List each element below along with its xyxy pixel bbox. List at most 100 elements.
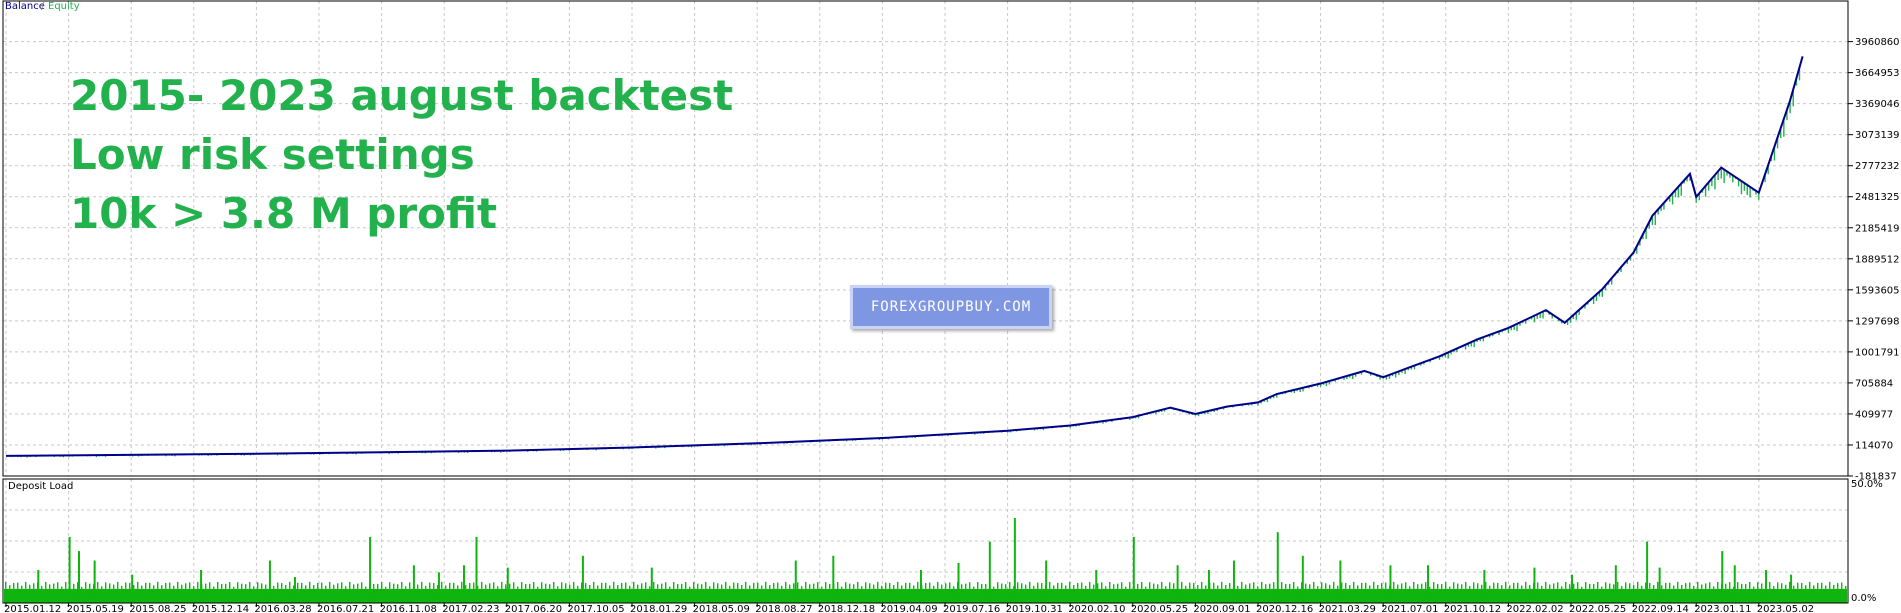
- deposit-load-tick: [233, 586, 235, 589]
- deposit-load-tick: [1581, 586, 1583, 589]
- y-tick-label: 1593605: [1855, 285, 1900, 296]
- deposit-load-tick: [1029, 581, 1031, 589]
- deposit-load-tick: [1505, 581, 1507, 589]
- deposit-load-tick: [585, 583, 587, 589]
- deposit-load-tick: [1297, 586, 1299, 589]
- deposit-load-tick: [117, 581, 119, 589]
- deposit-load-spike: [1232, 560, 1235, 603]
- deposit-load-tick: [913, 585, 915, 589]
- deposit-load-tick: [1633, 584, 1635, 589]
- deposit-load-tick: [545, 583, 547, 589]
- deposit-load-tick: [945, 583, 947, 589]
- deposit-load-tick: [209, 582, 211, 589]
- deposit-load-tick: [485, 584, 487, 589]
- x-tick-label: 2021.10.12: [1444, 604, 1501, 613]
- deposit-load-tick: [977, 582, 979, 589]
- deposit-load-tick: [1805, 585, 1807, 589]
- deposit-load-tick: [845, 582, 847, 589]
- deposit-load-tick: [941, 584, 943, 589]
- deposit-load-tick: [857, 581, 859, 589]
- deposit-load-tick: [1549, 584, 1551, 589]
- deposit-load-tick: [113, 584, 115, 589]
- deposit-load-tick: [1465, 581, 1467, 589]
- deposit-load-spike: [1646, 541, 1649, 603]
- deposit-load-baseline: [4, 588, 1847, 603]
- deposit-load-tick: [1265, 584, 1267, 589]
- deposit-load-tick: [49, 584, 51, 589]
- deposit-load-tick: [1109, 581, 1111, 589]
- deposit-load-tick: [173, 585, 175, 589]
- deposit-load-tick: [625, 582, 627, 589]
- deposit-load-tick: [405, 586, 407, 589]
- deposit-load-tick: [1149, 582, 1151, 589]
- deposit-load-spike: [957, 562, 960, 603]
- deposit-load-tick: [689, 586, 691, 589]
- y-tick-label: 3369046: [1855, 99, 1900, 110]
- deposit-load-tick: [725, 581, 727, 589]
- deposit-load-tick: [1309, 584, 1311, 589]
- deposit-load-tick: [953, 586, 955, 589]
- deposit-load-tick: [997, 582, 999, 589]
- deposit-load-tick: [813, 583, 815, 589]
- deposit-load-tick: [1105, 586, 1107, 589]
- x-tick-label: 2022.09.14: [1632, 604, 1689, 613]
- deposit-load-tick: [1641, 585, 1643, 589]
- deposit-load-tick: [1701, 584, 1703, 589]
- deposit-load-tick: [1017, 582, 1019, 589]
- x-tick-label: 2016.07.21: [317, 604, 374, 613]
- deposit-load-spike: [369, 536, 372, 603]
- y-tick-label: 409977: [1855, 409, 1893, 420]
- deposit-load-tick: [1077, 583, 1079, 589]
- deposit-load-tick: [253, 586, 255, 589]
- deposit-load-tick: [1513, 582, 1515, 589]
- x-tick-label: 2015.05.19: [67, 604, 124, 613]
- deposit-load-tick: [1729, 582, 1731, 589]
- x-tick-label: 2022.02.02: [1506, 604, 1563, 613]
- deposit-load-spike: [1427, 565, 1430, 603]
- deposit-load-tick: [1409, 586, 1411, 589]
- deposit-load-spike: [581, 555, 584, 603]
- deposit-load-tick: [1517, 582, 1519, 589]
- deposit-load-tick: [1293, 582, 1295, 589]
- deposit-load-tick: [629, 585, 631, 589]
- deposit-load-tick: [1605, 582, 1607, 589]
- deposit-load-tick: [1173, 583, 1175, 589]
- deposit-load-tick: [101, 586, 103, 589]
- load-y-max-label: 50.0%: [1851, 479, 1883, 490]
- deposit-load-tick: [1725, 583, 1727, 589]
- deposit-load-tick: [157, 581, 159, 589]
- deposit-load-spike: [93, 560, 96, 603]
- deposit-load-tick: [1665, 582, 1667, 589]
- deposit-load-tick: [1717, 581, 1719, 589]
- deposit-load-tick: [969, 582, 971, 589]
- deposit-load-tick: [429, 582, 431, 589]
- x-tick-label: 2020.09.01: [1193, 604, 1250, 613]
- deposit-load-tick: [973, 586, 975, 589]
- deposit-load-tick: [1565, 581, 1567, 589]
- deposit-load-tick: [221, 583, 223, 589]
- annotation-line-2: Low risk settings: [70, 130, 475, 179]
- deposit-load-spike: [412, 565, 415, 603]
- deposit-load-tick: [837, 582, 839, 589]
- deposit-load-tick: [145, 582, 147, 589]
- deposit-load-tick: [541, 582, 543, 589]
- deposit-load-tick: [789, 584, 791, 589]
- deposit-load-tick: [1257, 586, 1259, 589]
- deposit-load-tick: [1625, 582, 1627, 589]
- deposit-load-tick: [657, 584, 659, 589]
- deposit-load-tick: [1449, 586, 1451, 589]
- deposit-load-tick: [1365, 582, 1367, 589]
- deposit-load-tick: [529, 583, 531, 589]
- deposit-load-tick: [949, 582, 951, 589]
- x-tick-label: 2018.05.09: [693, 604, 750, 613]
- deposit-load-tick: [593, 581, 595, 589]
- deposit-load-tick: [1629, 583, 1631, 589]
- deposit-load-spike: [1658, 567, 1661, 603]
- deposit-load-tick: [1801, 582, 1803, 589]
- deposit-load-tick: [273, 585, 275, 589]
- deposit-load-tick: [961, 584, 963, 589]
- deposit-load-tick: [965, 583, 967, 589]
- deposit-load-tick: [605, 582, 607, 589]
- deposit-load-tick: [713, 582, 715, 589]
- annotation-line-1: 2015- 2023 august backtest: [70, 71, 734, 120]
